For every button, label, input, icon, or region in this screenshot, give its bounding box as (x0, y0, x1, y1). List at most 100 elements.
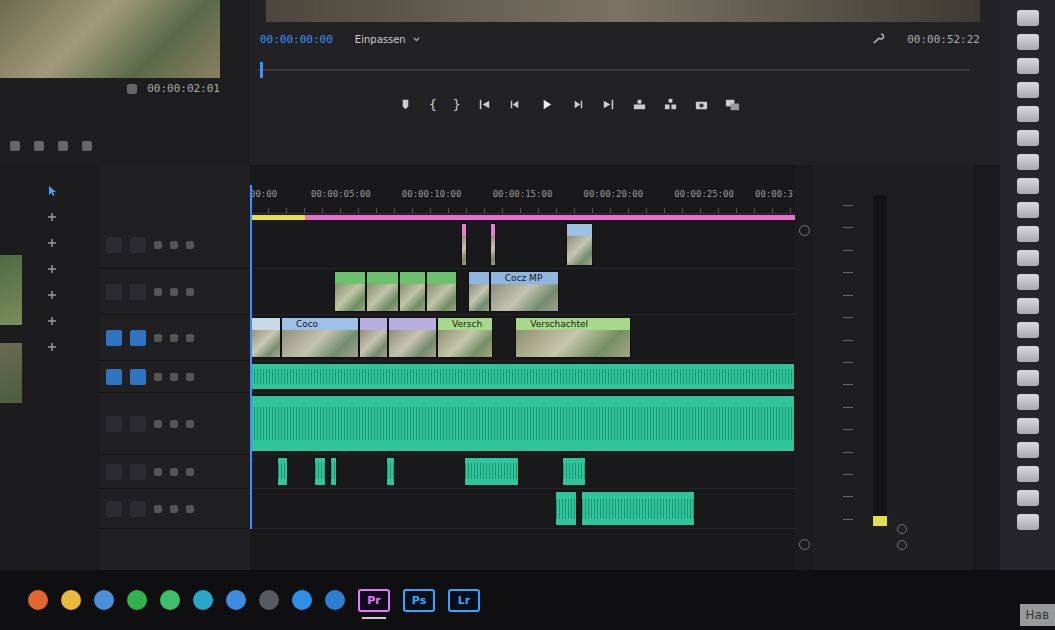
list-thumbnail[interactable] (1017, 490, 1039, 506)
visibility-icon[interactable] (170, 505, 178, 513)
visibility-icon[interactable] (170, 334, 178, 342)
patch-toggle[interactable] (130, 330, 146, 346)
clip[interactable]: Verschachtel (515, 317, 631, 358)
mute-icon[interactable] (186, 241, 194, 249)
clip[interactable] (250, 317, 281, 358)
tool-icon[interactable] (82, 141, 92, 151)
program-timecode[interactable]: 00:00:00:00 (260, 33, 333, 46)
vertical-scrollbar[interactable] (795, 165, 813, 570)
app-icon[interactable] (160, 590, 180, 610)
visibility-icon[interactable] (170, 373, 178, 381)
tool-icon[interactable] (46, 185, 58, 197)
list-thumbnail[interactable] (1017, 82, 1039, 98)
playhead-line[interactable] (250, 185, 252, 529)
clip[interactable]: Coco (281, 317, 359, 358)
lock-icon[interactable] (154, 468, 162, 476)
list-thumbnail[interactable] (1017, 322, 1039, 338)
play-icon[interactable] (539, 97, 554, 112)
list-thumbnail[interactable] (1017, 10, 1039, 26)
mute-icon[interactable] (186, 420, 194, 428)
patch-toggle[interactable] (130, 284, 146, 300)
app-icon[interactable] (193, 590, 213, 610)
app-icon[interactable] (325, 590, 345, 610)
step-forward-icon[interactable] (570, 97, 585, 112)
patch-toggle[interactable] (130, 369, 146, 385)
list-thumbnail[interactable] (1017, 370, 1039, 386)
lock-icon[interactable] (154, 334, 162, 342)
list-thumbnail[interactable] (1017, 346, 1039, 362)
clip[interactable] (581, 491, 695, 526)
tool-icon[interactable] (46, 263, 58, 275)
visibility-icon[interactable] (170, 288, 178, 296)
tool-icon[interactable] (34, 141, 44, 151)
tool-icon[interactable] (46, 289, 58, 301)
clip[interactable] (426, 271, 457, 312)
lock-icon[interactable] (154, 288, 162, 296)
list-thumbnail[interactable] (1017, 514, 1039, 530)
app-icon[interactable] (259, 590, 279, 610)
clip[interactable] (386, 457, 395, 486)
app-button[interactable]: Pr (358, 589, 390, 612)
target-toggle[interactable] (106, 330, 122, 346)
list-thumbnail[interactable] (1017, 442, 1039, 458)
list-thumbnail[interactable] (1017, 466, 1039, 482)
app-button[interactable]: Lr (448, 589, 480, 612)
patch-toggle[interactable] (130, 501, 146, 517)
list-thumbnail[interactable] (1017, 154, 1039, 170)
clip[interactable] (566, 223, 593, 266)
step-back-icon[interactable] (508, 97, 523, 112)
list-thumbnail[interactable] (1017, 274, 1039, 290)
visibility-icon[interactable] (170, 420, 178, 428)
playhead[interactable] (260, 62, 263, 78)
list-thumbnail[interactable] (1017, 202, 1039, 218)
lock-icon[interactable] (154, 420, 162, 428)
mute-icon[interactable] (186, 373, 194, 381)
app-icon[interactable] (28, 590, 48, 610)
marker-icon[interactable] (398, 97, 413, 112)
lock-icon[interactable] (154, 373, 162, 381)
mute-icon[interactable] (186, 334, 194, 342)
solo-button[interactable] (897, 540, 907, 550)
wrench-icon[interactable] (871, 32, 885, 46)
go-out-icon[interactable] (601, 97, 616, 112)
mark-button[interactable]: } (453, 97, 461, 112)
mute-icon[interactable] (186, 288, 194, 296)
clip[interactable] (388, 317, 437, 358)
bin-thumbnail[interactable] (0, 343, 22, 403)
list-thumbnail[interactable] (1017, 394, 1039, 410)
list-thumbnail[interactable] (1017, 250, 1039, 266)
timeline[interactable]: 00:0000:00:05:0000:00:10:0000:00:15:0000… (250, 165, 795, 570)
solo-button[interactable] (897, 524, 907, 534)
visibility-icon[interactable] (170, 468, 178, 476)
target-toggle[interactable] (106, 237, 122, 253)
list-thumbnail[interactable] (1017, 106, 1039, 122)
scrub-bar[interactable] (258, 56, 1000, 84)
tool-icon[interactable] (46, 211, 58, 223)
app-icon[interactable] (292, 590, 312, 610)
tool-icon[interactable] (46, 237, 58, 249)
target-toggle[interactable] (106, 416, 122, 432)
app-button[interactable]: Ps (403, 589, 435, 612)
bin-thumbnail[interactable] (0, 255, 22, 325)
clip[interactable] (250, 395, 795, 452)
list-thumbnail[interactable] (1017, 418, 1039, 434)
clip[interactable]: Versch (437, 317, 493, 358)
visibility-icon[interactable] (170, 241, 178, 249)
list-thumbnail[interactable] (1017, 298, 1039, 314)
patch-toggle[interactable] (130, 464, 146, 480)
clip[interactable] (562, 457, 586, 486)
clip[interactable] (555, 491, 577, 526)
clip[interactable] (490, 223, 496, 266)
compare-icon[interactable] (725, 97, 740, 112)
clip[interactable] (314, 457, 327, 486)
patch-toggle[interactable] (130, 237, 146, 253)
clip[interactable] (277, 457, 288, 486)
target-toggle[interactable] (106, 369, 122, 385)
clip[interactable]: Cocz MP (490, 271, 559, 312)
target-toggle[interactable] (106, 464, 122, 480)
clip[interactable] (464, 457, 519, 486)
time-ruler[interactable]: 00:0000:00:05:0000:00:10:0000:00:15:0000… (250, 185, 795, 214)
tool-icon[interactable] (46, 341, 58, 353)
tool-icon[interactable] (46, 315, 58, 327)
mute-icon[interactable] (186, 505, 194, 513)
